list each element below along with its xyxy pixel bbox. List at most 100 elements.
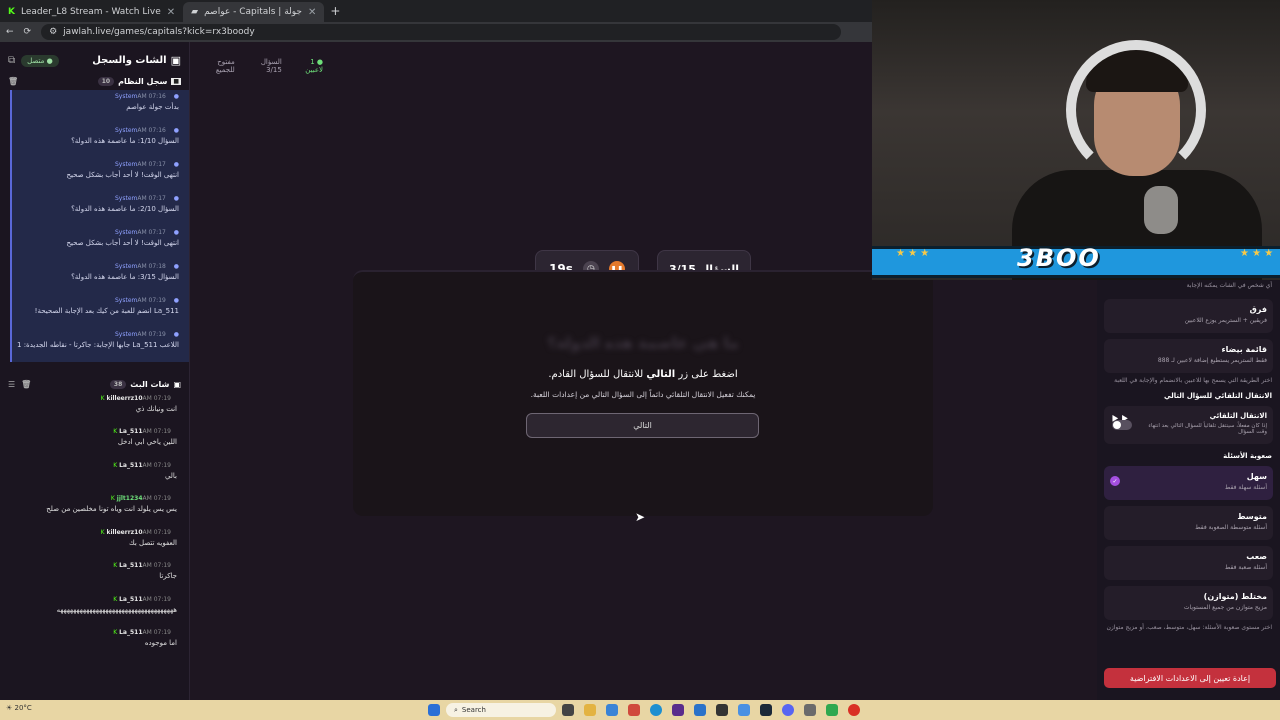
list-item: K La_511AM 07:19 اللين ياخي ابي ادخل [113, 428, 177, 446]
list-item: K La_511AM 07:19 اما موجوده [113, 629, 177, 647]
tab-capitals[interactable]: ▰ عواصم - Capitals | جولة ✕ [183, 2, 325, 22]
mode-top-note: أي شخص في الشات يمكنه الإجابة [1186, 282, 1272, 289]
blurred-question: ما هي عاصمة هذه الدولة؟ [547, 334, 739, 352]
edge-icon[interactable] [650, 704, 662, 716]
question-card: ما هي عاصمة هذه الدولة؟ اضغط على زر التا… [353, 270, 933, 516]
difficulty-label: صعوبة الأسئلة [1223, 452, 1272, 460]
auto-next-toggle[interactable] [1112, 420, 1132, 430]
list-item: ● SystemAM 07:18 السؤال 3/15: ما عاصمة ه… [12, 260, 189, 294]
app-icon[interactable] [628, 704, 640, 716]
log-icon: ■ [171, 78, 181, 85]
chat-sidebar: ⧉ متصل ● الشات والسجل ▣ 🗑 10 سجل النظام … [0, 42, 190, 700]
app-icon[interactable] [716, 704, 728, 716]
weather-widget[interactable]: ☀ 20°C [6, 704, 32, 712]
app-icon[interactable] [606, 704, 618, 716]
sidebar-header: ⧉ متصل ● الشات والسجل ▣ [0, 42, 189, 73]
browser-tab-bar: K Leader_L8 Stream - Watch Live ✕ ▰ عواص… [0, 0, 872, 22]
chrome-icon[interactable] [848, 704, 860, 716]
mode-note: اختر الطريقة التي يسمح بها للاعبين بالان… [1114, 377, 1272, 384]
taskbar: ☀ 20°C ⌕ Search [0, 700, 1280, 720]
list-item: ● SystemAM 07:17 انتهى الوقت! لا أحد أجا… [12, 158, 189, 192]
sidebar-title: الشات والسجل [92, 55, 167, 66]
question-status: السؤال 3/15 [260, 58, 282, 74]
url-input[interactable]: ⚙ jawlah.live/games/capitals?kick=rx3boo… [41, 24, 842, 40]
app-icon[interactable] [694, 704, 706, 716]
settings-panel: أي شخص في الشات يمكنه الإجابة فرق فريقين… [1097, 270, 1280, 700]
reload-icon[interactable]: ⟳ [24, 27, 32, 37]
system-log-list: ● SystemAM 07:16 بدأت جولة عواصم ● Syste… [10, 90, 189, 362]
trash-icon[interactable]: 🗑 [21, 380, 31, 389]
system-log-title: سجل النظام [118, 77, 168, 86]
windows-start-icon[interactable] [428, 704, 440, 716]
live-chat-list: K killeerrz10AM 07:19 انت ونيانك ذي K La… [0, 393, 189, 661]
difficulty-note: اختر مستوى صعوبة الأسئلة: سهل، متوسط، صع… [1106, 624, 1272, 631]
list-item: ● SystemAM 07:17 انتهى الوقت! لا أحد أجا… [12, 226, 189, 260]
address-bar: ← ⟳ ⚙ jawlah.live/games/capitals?kick=rx… [0, 22, 872, 42]
list-item: ● SystemAM 07:19 اللاعب La_511 جابها الإ… [12, 328, 189, 362]
kick-icon: K [8, 7, 15, 17]
list-item: ● SystemAM 07:17 السؤال 2/10: ما عاصمة ه… [12, 192, 189, 226]
collapse-sidebar-icon[interactable]: ⧉ [8, 55, 15, 66]
file-explorer-icon[interactable] [584, 704, 596, 716]
taskview-icon[interactable] [562, 704, 574, 716]
close-icon[interactable]: ✕ [308, 7, 316, 18]
open-status: مفتوح للجميع [215, 58, 235, 74]
auto-next-option: الانتقال التلقائي إذا كان مفعلاً، سينتقل… [1104, 406, 1273, 444]
reset-defaults-button[interactable]: إعادة تعيين إلى الاعدادات الافتراضية [1104, 668, 1276, 688]
list-item: ● SystemAM 07:16 السؤال 1/10: ما عاصمة ه… [12, 124, 189, 158]
difficulty-hard[interactable]: صعب أسئلة صعبة فقط [1104, 546, 1273, 580]
list-item: K La_511AM 07:19 ههههههههههههههههههههههه… [56, 595, 177, 614]
tab-title: Leader_L8 Stream - Watch Live [20, 7, 161, 17]
discord-icon[interactable] [782, 704, 794, 716]
back-icon[interactable]: ← [6, 27, 14, 37]
list-item: K jjlt1234AM 07:19 يس يس يلولد انت وياه … [46, 495, 177, 513]
close-icon[interactable]: ✕ [167, 7, 175, 18]
game-status-row: ● 1 لاعبين السؤال 3/15 مفتوح للجميع [198, 58, 323, 74]
site-info-icon[interactable]: ⚙ [49, 27, 57, 37]
difficulty-easy[interactable]: سهل أسئلة سهلة فقط ✓ [1104, 466, 1273, 500]
url-text: jawlah.live/games/capitals?kick=rx3boody [63, 27, 255, 37]
trash-icon[interactable]: 🗑 [8, 77, 18, 86]
live-chat-title: شات البث [130, 379, 170, 389]
list-item: ● SystemAM 07:19 La_511 انضم للعبة من كي… [12, 294, 189, 328]
stars-right-icon: ★ ★ ★ [1240, 248, 1274, 259]
mode-option-teams[interactable]: فرق فريقين + الستريمر يوزع اللاعبين [1104, 299, 1273, 333]
system-log-count: 10 [97, 77, 115, 86]
search-icon: ⌕ [454, 705, 458, 714]
list-item: K La_511AM 07:19 بالي [113, 461, 177, 480]
microphone-icon [1144, 186, 1178, 234]
app-icon[interactable] [826, 704, 838, 716]
live-chat-count: 38 [109, 379, 127, 389]
stars-left-icon: ★ ★ ★ [896, 248, 930, 259]
list-item: K La_511AM 07:19 جاكرتا [113, 562, 177, 580]
webcam-overlay: 3BOO ★ ★ ★ ★ ★ ★ [872, 0, 1280, 280]
next-button[interactable]: التالي [526, 413, 759, 438]
difficulty-mixed[interactable]: مختلط (متوازن) مزيج متوازن من جميع المست… [1104, 586, 1273, 620]
taskbar-search-input[interactable]: ⌕ Search [446, 703, 556, 717]
tab-kick-stream[interactable]: K Leader_L8 Stream - Watch Live ✕ [0, 2, 183, 22]
chat-icon: ▣ [173, 379, 181, 389]
app-icon[interactable] [738, 704, 750, 716]
overlay-subtitle: يمكنك تفعيل الانتقال التلقائي دائماً إلى… [530, 390, 756, 399]
tab-title: عواصم - Capitals | جولة [204, 7, 302, 17]
filter-icon[interactable]: ☰ [8, 380, 15, 389]
overlay-title: اضغط على زر التالي للانتقال للسؤال القاد… [548, 369, 738, 380]
players-count: ● 1 لاعبين [305, 58, 324, 74]
check-icon: ✓ [1110, 476, 1120, 486]
app-icon[interactable] [804, 704, 816, 716]
auto-next-label: الانتقال التلقائي للسؤال التالي [1164, 392, 1272, 400]
new-tab-icon[interactable]: + [330, 4, 340, 18]
list-item: K killeerrz10AM 07:19 انت ونيانك ذي [100, 394, 177, 413]
chat-icon: ▣ [170, 54, 181, 67]
headset-icon [1066, 40, 1206, 180]
difficulty-medium[interactable]: متوسط أسئلة متوسطة الصعوبة فقط [1104, 506, 1273, 540]
site-icon: ▰ [191, 7, 199, 17]
list-item: ● SystemAM 07:16 بدأت جولة عواصم [12, 90, 189, 124]
brand-logo: 3BOO [1017, 244, 1101, 272]
steam-icon[interactable] [760, 704, 772, 716]
live-chat-header: ☰ 🗑 38 شات البث ▣ [0, 376, 189, 393]
app-icon[interactable] [672, 704, 684, 716]
system-log-header: 🗑 10 سجل النظام ■ [0, 73, 189, 90]
list-item: K killeerrz10AM 07:19 العفويه تتصل بك [100, 528, 177, 547]
mode-option-whitelist[interactable]: قائمة بيضاء فقط الستريمر يستطيع إضافة لا… [1104, 339, 1273, 373]
